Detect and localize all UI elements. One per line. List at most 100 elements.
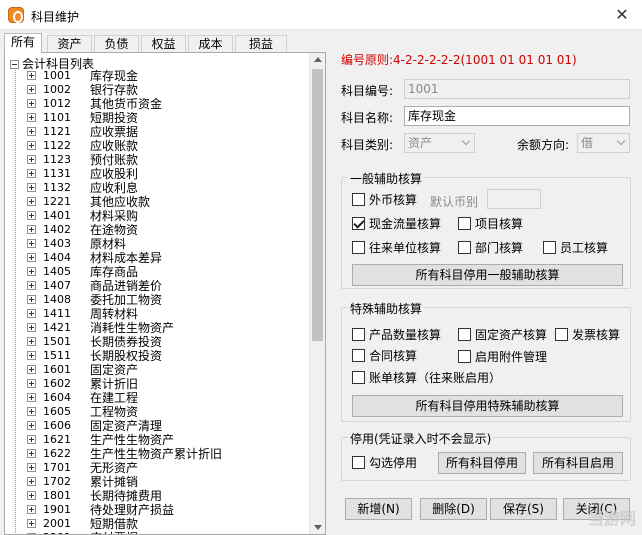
tab-assets[interactable]: 资产 xyxy=(47,35,92,53)
save-button[interactable]: 保存(S) xyxy=(490,498,557,520)
expand-icon[interactable] xyxy=(27,323,36,332)
delete-button[interactable]: 删除(D) xyxy=(420,498,487,520)
expand-icon[interactable] xyxy=(27,141,36,150)
checkbox-box[interactable] xyxy=(352,371,365,384)
tree-item[interactable]: 1621 生产性生物资产 xyxy=(5,433,310,447)
expand-icon[interactable] xyxy=(27,267,36,276)
tree-scrollbar[interactable] xyxy=(309,53,325,534)
tree-item[interactable]: 1132 应收利息 xyxy=(5,181,310,195)
checkbox-box[interactable] xyxy=(352,193,365,206)
tree-item[interactable]: 1421 消耗性生物资产 xyxy=(5,321,310,335)
tab-cost[interactable]: 成本 xyxy=(188,35,233,53)
disable-all-accounts-button[interactable]: 所有科目停用 xyxy=(438,452,526,474)
expand-icon[interactable] xyxy=(27,225,36,234)
tree-item[interactable]: 1604 在建工程 xyxy=(5,391,310,405)
collapse-icon[interactable] xyxy=(10,60,19,69)
tree-item[interactable]: 1403 原材料 xyxy=(5,237,310,251)
tree-item[interactable]: 1407 商品进销差价 xyxy=(5,279,310,293)
tree-item[interactable]: 1123 预付账款 xyxy=(5,153,310,167)
disable-special-aux-button[interactable]: 所有科目停用特殊辅助核算 xyxy=(352,395,623,417)
scroll-down-icon[interactable] xyxy=(314,525,322,530)
expand-icon[interactable] xyxy=(27,169,36,178)
tab-equity[interactable]: 权益 xyxy=(141,35,186,53)
project-checkbox[interactable]: 项目核算 xyxy=(458,216,523,232)
expand-icon[interactable] xyxy=(27,379,36,388)
product-qty-checkbox[interactable]: 产品数量核算 xyxy=(352,327,441,343)
expand-icon[interactable] xyxy=(27,99,36,108)
scroll-up-icon[interactable] xyxy=(314,57,322,62)
disable-general-aux-button[interactable]: 所有科目停用一般辅助核算 xyxy=(352,264,623,286)
tree-item[interactable]: 1131 应收股利 xyxy=(5,167,310,181)
expand-icon[interactable] xyxy=(27,239,36,248)
checkbox-box[interactable] xyxy=(352,328,365,341)
tree-item[interactable]: 1501 长期债券投资 xyxy=(5,335,310,349)
expand-icon[interactable] xyxy=(27,309,36,318)
close-icon[interactable]: ✕ xyxy=(608,3,636,27)
tree-item[interactable]: 1122 应收账款 xyxy=(5,139,310,153)
enable-all-accounts-button[interactable]: 所有科目启用 xyxy=(533,452,623,474)
scroll-thumb[interactable] xyxy=(312,69,323,341)
expand-icon[interactable] xyxy=(27,491,36,500)
expand-icon[interactable] xyxy=(27,505,36,514)
expand-icon[interactable] xyxy=(27,449,36,458)
employee-checkbox[interactable]: 员工核算 xyxy=(543,240,608,256)
tree-item[interactable]: 1605 工程物资 xyxy=(5,405,310,419)
tab-liabilities[interactable]: 负债 xyxy=(94,35,139,53)
balance-direction-select[interactable]: 借 xyxy=(577,133,630,153)
expand-icon[interactable] xyxy=(27,337,36,346)
expand-icon[interactable] xyxy=(27,127,36,136)
checkbox-box[interactable] xyxy=(458,241,471,254)
checkbox-box[interactable] xyxy=(458,350,471,363)
invoice-checkbox[interactable]: 发票核算 xyxy=(555,327,620,343)
expand-icon[interactable] xyxy=(27,295,36,304)
attachment-checkbox[interactable]: 启用附件管理 xyxy=(458,349,547,365)
expand-icon[interactable] xyxy=(27,197,36,206)
tree-item[interactable]: 1401 材料采购 xyxy=(5,209,310,223)
expand-icon[interactable] xyxy=(27,113,36,122)
expand-icon[interactable] xyxy=(27,407,36,416)
checkbox-box[interactable] xyxy=(352,456,365,469)
expand-icon[interactable] xyxy=(27,519,36,528)
tree-item[interactable]: 1121 应收票据 xyxy=(5,125,310,139)
tree-item[interactable]: 1002 银行存款 xyxy=(5,83,310,97)
account-code-field[interactable]: 1001 xyxy=(404,79,630,99)
tree-root[interactable]: 会计科目列表 xyxy=(10,55,94,71)
expand-icon[interactable] xyxy=(27,365,36,374)
account-tree[interactable]: 会计科目列表 1001 库存现金 1002 银行存款 1012 其他货币资金 1101 短期投… xyxy=(4,52,326,535)
account-type-select[interactable]: 资产 xyxy=(404,133,475,153)
tree-item[interactable]: 1101 短期投资 xyxy=(5,111,310,125)
checkbox-box[interactable] xyxy=(352,241,365,254)
tree-item[interactable]: 2001 短期借款 xyxy=(5,517,310,531)
department-checkbox[interactable]: 部门核算 xyxy=(458,240,523,256)
tree-item[interactable]: 2201 应付票据 xyxy=(5,531,310,534)
contact-checkbox[interactable]: 往来单位核算 xyxy=(352,240,441,256)
tree-item[interactable]: 1702 累计摊销 xyxy=(5,475,310,489)
expand-icon[interactable] xyxy=(27,281,36,290)
tree-item[interactable]: 1801 长期待摊费用 xyxy=(5,489,310,503)
account-name-field[interactable]: 库存现金 xyxy=(404,106,630,126)
tree-item[interactable]: 1511 长期股权投资 xyxy=(5,349,310,363)
default-currency-field[interactable] xyxy=(487,189,541,209)
fixed-asset-checkbox[interactable]: 固定资产核算 xyxy=(458,327,547,343)
expand-icon[interactable] xyxy=(27,253,36,262)
tree-item[interactable]: 1012 其他货币资金 xyxy=(5,97,310,111)
tree-item[interactable]: 1221 其他应收款 xyxy=(5,195,310,209)
foreign-currency-checkbox[interactable]: 外币核算 xyxy=(352,192,417,208)
tree-item[interactable]: 1601 固定资产 xyxy=(5,363,310,377)
checkbox-box[interactable] xyxy=(543,241,556,254)
tree-item[interactable]: 1408 委托加工物资 xyxy=(5,293,310,307)
new-button[interactable]: 新增(N) xyxy=(345,498,412,520)
expand-icon[interactable] xyxy=(27,85,36,94)
expand-icon[interactable] xyxy=(27,435,36,444)
checkbox-box[interactable] xyxy=(458,328,471,341)
tree-item[interactable]: 1001 库存现金 xyxy=(5,69,310,83)
tab-all[interactable]: 所有 xyxy=(4,33,42,53)
tree-item[interactable]: 1622 生产性生物资产累计折旧 xyxy=(5,447,310,461)
expand-icon[interactable] xyxy=(27,463,36,472)
contract-checkbox[interactable]: 合同核算 xyxy=(352,348,417,364)
expand-icon[interactable] xyxy=(27,393,36,402)
tree-item[interactable]: 1606 固定资产清理 xyxy=(5,419,310,433)
tab-profit-loss[interactable]: 损益 xyxy=(235,35,287,53)
expand-icon[interactable] xyxy=(27,183,36,192)
expand-icon[interactable] xyxy=(27,71,36,80)
